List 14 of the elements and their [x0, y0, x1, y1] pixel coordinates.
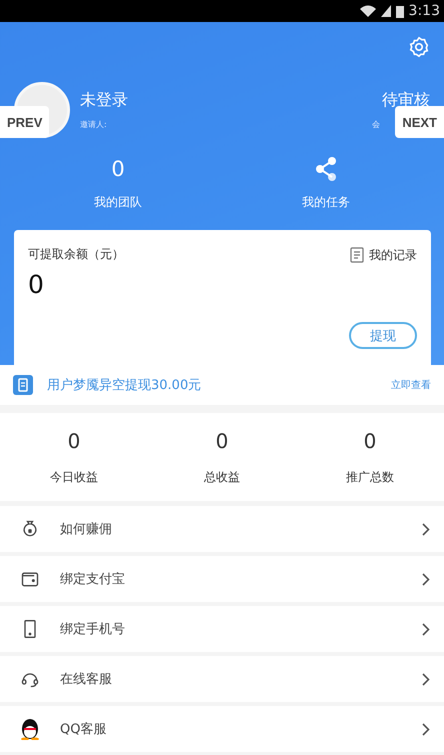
inviter-label: 邀请人: [80, 119, 108, 130]
member-label: 会 [372, 119, 380, 130]
notice-text: 用户梦魇异空提现30.00元 [47, 377, 202, 394]
status-time: 3:13 [408, 3, 440, 19]
earnings-label: 今日收益 [50, 468, 98, 486]
balance-amount: 0 [28, 270, 45, 300]
earnings-value: 0 [216, 428, 228, 452]
user-name: 未登录 [80, 90, 129, 111]
earnings-value: 0 [68, 428, 80, 452]
balance-title: 可提取余额（元） [28, 246, 125, 263]
team-count: 0 [111, 156, 125, 182]
earnings-label: 推广总数 [346, 468, 394, 486]
earnings-label: 总收益 [204, 468, 240, 486]
earnings-value: 0 [364, 428, 376, 452]
